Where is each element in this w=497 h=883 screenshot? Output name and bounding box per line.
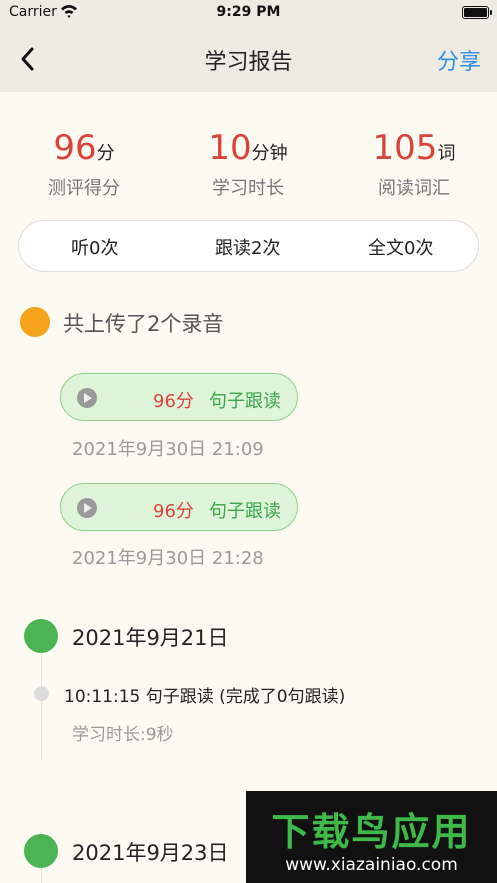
recording-type: 句子跟读	[209, 391, 281, 412]
recording-time: 2021年9月30日 21:28	[72, 548, 264, 569]
upload-summary: 共上传了2个录音	[63, 312, 224, 336]
recording-type: 句子跟读	[209, 501, 281, 522]
recording-item[interactable]: 96分 句子跟读	[60, 373, 298, 421]
stat-duration-label: 学习时长	[212, 178, 284, 199]
stat-score: 96分 测评得分	[4, 128, 164, 200]
stat-duration-unit: 分钟	[251, 143, 288, 164]
timeline-line	[41, 866, 42, 883]
play-icon[interactable]	[77, 388, 97, 408]
watermark-logo: 下载鸟应用 www.xiazainiao.com	[246, 791, 497, 883]
play-icon[interactable]	[77, 498, 97, 518]
stat-duration: 10分钟 学习时长	[168, 128, 328, 200]
recording-time: 2021年9月30日 21:09	[72, 439, 264, 460]
full-text-count: 全文0次	[368, 238, 434, 259]
entry-marker-icon	[34, 686, 49, 701]
stats-row: 96分 测评得分 10分钟 学习时长 105词 阅读词汇	[0, 128, 497, 208]
day-marker-icon	[24, 834, 58, 868]
status-time: 9:29 PM	[216, 4, 281, 20]
page-title: 学习报告	[204, 50, 293, 75]
nav-bar: 学习报告 分享	[0, 26, 497, 92]
watermark-title: 下载鸟应用	[271, 810, 472, 854]
recording-item[interactable]: 96分 句子跟读	[60, 483, 298, 531]
stat-vocab: 105词 阅读词汇	[334, 128, 494, 200]
recording-score: 96分	[153, 501, 194, 522]
stat-vocab-value: 105	[372, 128, 438, 168]
stat-score-value: 96	[53, 128, 97, 168]
day-marker-icon	[24, 619, 58, 653]
activity-counts: 听0次 跟读2次 全文0次	[18, 220, 479, 272]
entry-text: 10:11:15 句子跟读 (完成了0句跟读)	[64, 687, 346, 707]
status-bar: Carrier 9:29 PM	[0, 0, 497, 26]
stat-duration-value: 10	[208, 128, 252, 168]
timeline-line	[41, 650, 42, 760]
stat-score-unit: 分	[96, 143, 115, 164]
battery-icon	[462, 6, 492, 19]
stat-vocab-unit: 词	[437, 143, 456, 164]
stat-vocab-label: 阅读词汇	[378, 178, 450, 199]
stat-score-label: 测评得分	[48, 178, 120, 199]
listen-count: 听0次	[71, 238, 119, 259]
share-button[interactable]: 分享	[437, 44, 481, 76]
day-date: 2021年9月23日	[72, 841, 229, 865]
entry-duration: 学习时长:9秒	[72, 725, 174, 745]
recording-score: 96分	[153, 391, 194, 412]
day-date: 2021年9月21日	[72, 626, 229, 650]
upload-marker-icon	[20, 307, 50, 337]
watermark-url: www.xiazainiao.com	[285, 855, 458, 875]
follow-count: 跟读2次	[215, 238, 281, 259]
